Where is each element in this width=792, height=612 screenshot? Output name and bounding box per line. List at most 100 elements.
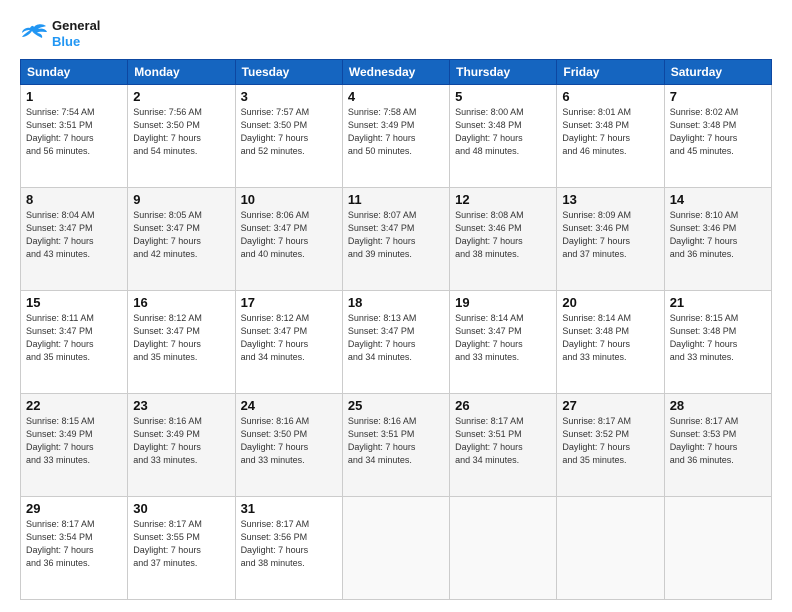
day-info: Sunrise: 8:17 AMSunset: 3:55 PMDaylight:… bbox=[133, 519, 202, 568]
day-header-friday: Friday bbox=[557, 60, 664, 85]
calendar-cell: 12 Sunrise: 8:08 AMSunset: 3:46 PMDaylig… bbox=[450, 188, 557, 291]
day-number: 25 bbox=[348, 398, 444, 413]
day-info: Sunrise: 8:07 AMSunset: 3:47 PMDaylight:… bbox=[348, 210, 417, 259]
day-info: Sunrise: 8:01 AMSunset: 3:48 PMDaylight:… bbox=[562, 107, 631, 156]
day-info: Sunrise: 8:08 AMSunset: 3:46 PMDaylight:… bbox=[455, 210, 524, 259]
day-info: Sunrise: 8:14 AMSunset: 3:48 PMDaylight:… bbox=[562, 313, 631, 362]
logo-text: General Blue bbox=[52, 18, 100, 49]
day-number: 20 bbox=[562, 295, 658, 310]
day-number: 8 bbox=[26, 192, 122, 207]
logo: General Blue bbox=[20, 18, 100, 49]
calendar-cell: 15 Sunrise: 8:11 AMSunset: 3:47 PMDaylig… bbox=[21, 291, 128, 394]
calendar-cell: 5 Sunrise: 8:00 AMSunset: 3:48 PMDayligh… bbox=[450, 85, 557, 188]
day-header-monday: Monday bbox=[128, 60, 235, 85]
day-header-tuesday: Tuesday bbox=[235, 60, 342, 85]
calendar-cell: 24 Sunrise: 8:16 AMSunset: 3:50 PMDaylig… bbox=[235, 394, 342, 497]
day-number: 4 bbox=[348, 89, 444, 104]
day-header-thursday: Thursday bbox=[450, 60, 557, 85]
calendar-table: SundayMondayTuesdayWednesdayThursdayFrid… bbox=[20, 59, 772, 600]
day-number: 24 bbox=[241, 398, 337, 413]
calendar-cell: 2 Sunrise: 7:56 AMSunset: 3:50 PMDayligh… bbox=[128, 85, 235, 188]
calendar-week-3: 15 Sunrise: 8:11 AMSunset: 3:47 PMDaylig… bbox=[21, 291, 772, 394]
day-info: Sunrise: 8:16 AMSunset: 3:50 PMDaylight:… bbox=[241, 416, 310, 465]
day-number: 7 bbox=[670, 89, 766, 104]
day-info: Sunrise: 7:56 AMSunset: 3:50 PMDaylight:… bbox=[133, 107, 202, 156]
day-info: Sunrise: 8:12 AMSunset: 3:47 PMDaylight:… bbox=[241, 313, 310, 362]
calendar-cell: 16 Sunrise: 8:12 AMSunset: 3:47 PMDaylig… bbox=[128, 291, 235, 394]
calendar-cell: 29 Sunrise: 8:17 AMSunset: 3:54 PMDaylig… bbox=[21, 497, 128, 600]
day-header-wednesday: Wednesday bbox=[342, 60, 449, 85]
day-info: Sunrise: 8:00 AMSunset: 3:48 PMDaylight:… bbox=[455, 107, 524, 156]
calendar-cell bbox=[342, 497, 449, 600]
calendar-cell: 10 Sunrise: 8:06 AMSunset: 3:47 PMDaylig… bbox=[235, 188, 342, 291]
day-info: Sunrise: 8:15 AMSunset: 3:48 PMDaylight:… bbox=[670, 313, 739, 362]
calendar-cell: 23 Sunrise: 8:16 AMSunset: 3:49 PMDaylig… bbox=[128, 394, 235, 497]
day-number: 30 bbox=[133, 501, 229, 516]
calendar-cell: 22 Sunrise: 8:15 AMSunset: 3:49 PMDaylig… bbox=[21, 394, 128, 497]
calendar-cell: 4 Sunrise: 7:58 AMSunset: 3:49 PMDayligh… bbox=[342, 85, 449, 188]
logo-icon bbox=[20, 23, 48, 45]
calendar-cell: 3 Sunrise: 7:57 AMSunset: 3:50 PMDayligh… bbox=[235, 85, 342, 188]
day-number: 3 bbox=[241, 89, 337, 104]
calendar-cell: 18 Sunrise: 8:13 AMSunset: 3:47 PMDaylig… bbox=[342, 291, 449, 394]
calendar-cell: 20 Sunrise: 8:14 AMSunset: 3:48 PMDaylig… bbox=[557, 291, 664, 394]
calendar-week-5: 29 Sunrise: 8:17 AMSunset: 3:54 PMDaylig… bbox=[21, 497, 772, 600]
calendar-cell: 6 Sunrise: 8:01 AMSunset: 3:48 PMDayligh… bbox=[557, 85, 664, 188]
day-info: Sunrise: 8:11 AMSunset: 3:47 PMDaylight:… bbox=[26, 313, 94, 362]
day-number: 27 bbox=[562, 398, 658, 413]
day-info: Sunrise: 8:17 AMSunset: 3:52 PMDaylight:… bbox=[562, 416, 631, 465]
day-info: Sunrise: 8:17 AMSunset: 3:53 PMDaylight:… bbox=[670, 416, 739, 465]
day-info: Sunrise: 8:02 AMSunset: 3:48 PMDaylight:… bbox=[670, 107, 739, 156]
day-number: 10 bbox=[241, 192, 337, 207]
day-header-saturday: Saturday bbox=[664, 60, 771, 85]
calendar-cell: 27 Sunrise: 8:17 AMSunset: 3:52 PMDaylig… bbox=[557, 394, 664, 497]
day-number: 14 bbox=[670, 192, 766, 207]
day-number: 13 bbox=[562, 192, 658, 207]
day-info: Sunrise: 8:13 AMSunset: 3:47 PMDaylight:… bbox=[348, 313, 417, 362]
day-number: 31 bbox=[241, 501, 337, 516]
day-number: 19 bbox=[455, 295, 551, 310]
day-info: Sunrise: 8:16 AMSunset: 3:49 PMDaylight:… bbox=[133, 416, 202, 465]
calendar-header-row: SundayMondayTuesdayWednesdayThursdayFrid… bbox=[21, 60, 772, 85]
day-number: 26 bbox=[455, 398, 551, 413]
calendar-cell bbox=[664, 497, 771, 600]
calendar-cell bbox=[557, 497, 664, 600]
day-info: Sunrise: 8:17 AMSunset: 3:54 PMDaylight:… bbox=[26, 519, 95, 568]
calendar-week-1: 1 Sunrise: 7:54 AMSunset: 3:51 PMDayligh… bbox=[21, 85, 772, 188]
day-info: Sunrise: 8:09 AMSunset: 3:46 PMDaylight:… bbox=[562, 210, 631, 259]
calendar-cell: 8 Sunrise: 8:04 AMSunset: 3:47 PMDayligh… bbox=[21, 188, 128, 291]
header: General Blue bbox=[20, 18, 772, 49]
day-info: Sunrise: 7:54 AMSunset: 3:51 PMDaylight:… bbox=[26, 107, 95, 156]
calendar-cell: 30 Sunrise: 8:17 AMSunset: 3:55 PMDaylig… bbox=[128, 497, 235, 600]
day-info: Sunrise: 8:15 AMSunset: 3:49 PMDaylight:… bbox=[26, 416, 95, 465]
day-info: Sunrise: 8:16 AMSunset: 3:51 PMDaylight:… bbox=[348, 416, 417, 465]
day-info: Sunrise: 8:10 AMSunset: 3:46 PMDaylight:… bbox=[670, 210, 739, 259]
day-info: Sunrise: 8:06 AMSunset: 3:47 PMDaylight:… bbox=[241, 210, 310, 259]
calendar-cell: 13 Sunrise: 8:09 AMSunset: 3:46 PMDaylig… bbox=[557, 188, 664, 291]
day-info: Sunrise: 7:58 AMSunset: 3:49 PMDaylight:… bbox=[348, 107, 417, 156]
calendar-page: General Blue SundayMondayTuesdayWednesda… bbox=[0, 0, 792, 612]
calendar-cell: 19 Sunrise: 8:14 AMSunset: 3:47 PMDaylig… bbox=[450, 291, 557, 394]
day-number: 17 bbox=[241, 295, 337, 310]
day-info: Sunrise: 8:04 AMSunset: 3:47 PMDaylight:… bbox=[26, 210, 95, 259]
calendar-cell: 14 Sunrise: 8:10 AMSunset: 3:46 PMDaylig… bbox=[664, 188, 771, 291]
calendar-cell: 31 Sunrise: 8:17 AMSunset: 3:56 PMDaylig… bbox=[235, 497, 342, 600]
calendar-cell bbox=[450, 497, 557, 600]
day-number: 2 bbox=[133, 89, 229, 104]
day-header-sunday: Sunday bbox=[21, 60, 128, 85]
calendar-cell: 11 Sunrise: 8:07 AMSunset: 3:47 PMDaylig… bbox=[342, 188, 449, 291]
calendar-cell: 17 Sunrise: 8:12 AMSunset: 3:47 PMDaylig… bbox=[235, 291, 342, 394]
day-info: Sunrise: 8:17 AMSunset: 3:56 PMDaylight:… bbox=[241, 519, 310, 568]
day-number: 15 bbox=[26, 295, 122, 310]
day-number: 22 bbox=[26, 398, 122, 413]
day-number: 6 bbox=[562, 89, 658, 104]
day-number: 28 bbox=[670, 398, 766, 413]
day-number: 21 bbox=[670, 295, 766, 310]
calendar-cell: 28 Sunrise: 8:17 AMSunset: 3:53 PMDaylig… bbox=[664, 394, 771, 497]
day-number: 11 bbox=[348, 192, 444, 207]
calendar-cell: 26 Sunrise: 8:17 AMSunset: 3:51 PMDaylig… bbox=[450, 394, 557, 497]
calendar-week-2: 8 Sunrise: 8:04 AMSunset: 3:47 PMDayligh… bbox=[21, 188, 772, 291]
day-number: 12 bbox=[455, 192, 551, 207]
day-number: 9 bbox=[133, 192, 229, 207]
day-number: 23 bbox=[133, 398, 229, 413]
